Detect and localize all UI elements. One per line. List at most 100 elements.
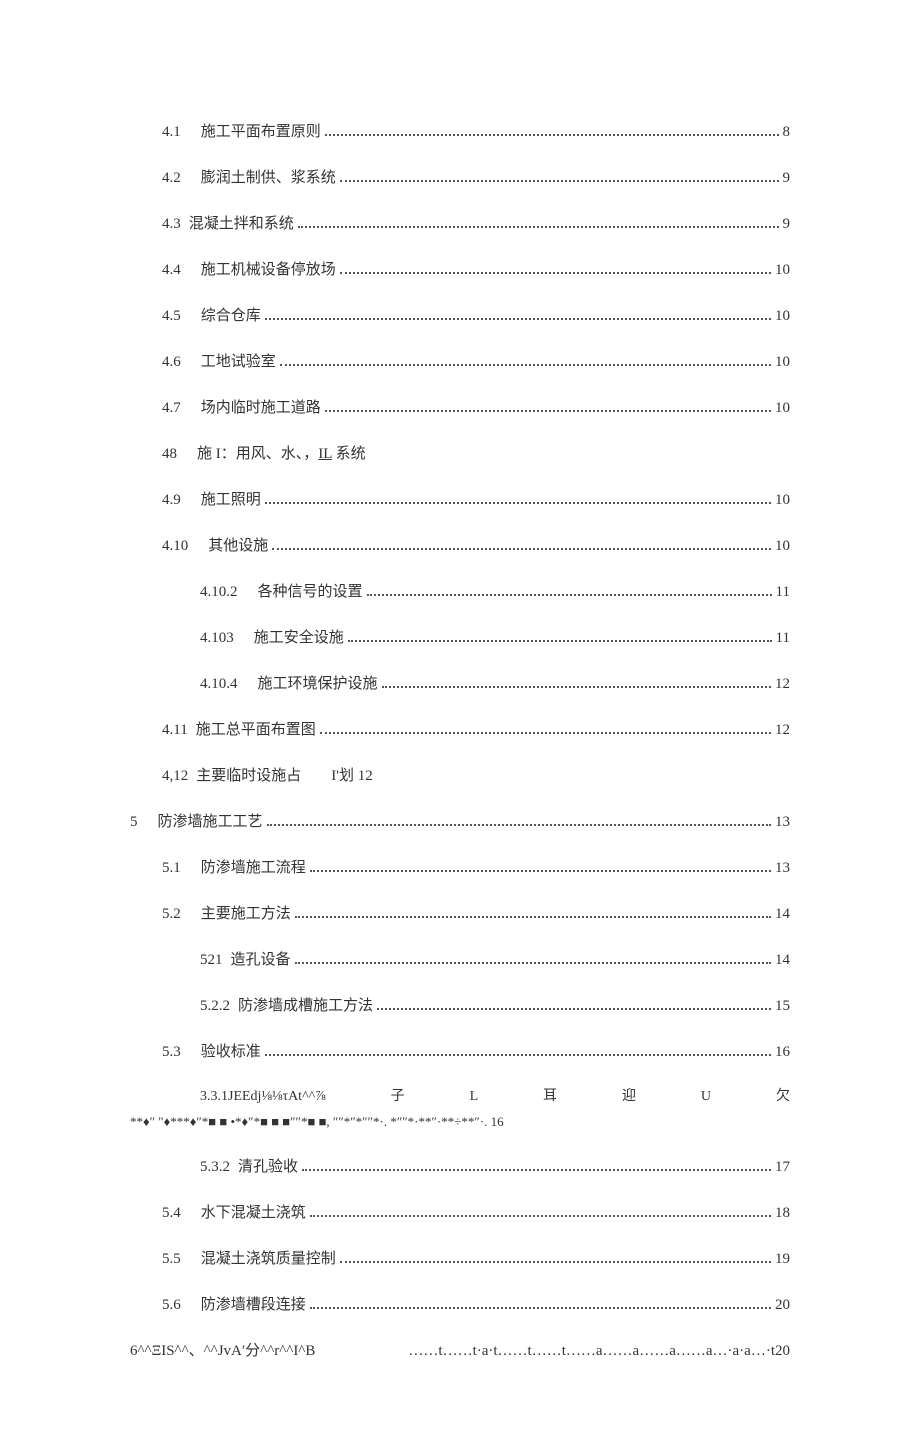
toc-leader-dots [302,1169,771,1171]
toc-leader-dots [267,824,771,826]
footer-left: 6^^ΞIS^^、^^JvA′分^^r^^I^B [130,1339,315,1363]
toc-title: 清孔验收 [238,1155,298,1179]
toc-entry: 5.4水下混凝土浇筑18 [130,1201,790,1225]
toc-leader-dots [295,916,771,918]
toc-number: 5.4 [162,1201,181,1225]
toc-leader-dots [280,364,771,366]
toc-title: 防渗墙施工工艺 [158,810,263,834]
toc-title: 施工机械设备停放场 [201,258,336,282]
footer-right: ……t……t·a·t……t……t……a……a……a……a…·a·a…·t20 [345,1339,790,1363]
toc-number: 5.3 [162,1040,181,1064]
toc-page-number: 13 [775,856,790,880]
toc-entry: 4.10.4施工环境保护设施12 [130,672,790,696]
toc-title: 造孔设备 [231,948,291,972]
toc-title: 其他设施 [208,534,268,558]
toc-entry: 5.3验收标准16 [130,1040,790,1064]
toc-entry: 48施 I：用风、水、，IL 系统 [130,442,790,466]
toc-leader-dots [310,1215,771,1217]
toc-number: 4.10.4 [200,672,238,696]
toc-leader-dots [340,272,771,274]
toc-entry: 4.1施工平面布置原则8 [130,120,790,144]
toc-entry: 4.6工地试验室10 [130,350,790,374]
toc-title: 混凝土拌和系统 [189,212,294,236]
toc-page-number: 10 [775,396,790,420]
toc-entry: 4.11施工总平面布置图12 [130,718,790,742]
garbled-part: 子 [391,1086,405,1108]
toc-entry: 4,12 主要临时设施占 I'划 12 [130,764,790,788]
garbled-part: L [470,1086,479,1108]
toc-page-number: 10 [775,488,790,512]
toc-title: 施工平面布置原则 [201,120,321,144]
toc-number: 5.5 [162,1247,181,1271]
toc-number: 5.6 [162,1293,181,1317]
toc-leader-dots [310,870,771,872]
toc-title: 工地试验室 [201,350,276,374]
garbled-part: 欠 [776,1086,790,1108]
toc-entry: 5.2主要施工方法14 [130,902,790,926]
toc-page-number: 19 [775,1247,790,1271]
toc-number: 5.1 [162,856,181,880]
toc-leader-dots [265,1054,771,1056]
toc-page-number: 13 [775,810,790,834]
toc-page-number: 9 [783,212,791,236]
toc-title: 膨润土制供、浆系统 [201,166,336,190]
toc-entry: 5.6 防渗墙槽段连接 20 [130,1293,790,1317]
garbled-part: 耳 [543,1086,557,1108]
toc-title: 混凝土浇筑质量控制 [201,1247,336,1271]
garbled-subline: **♦″ "♦***♦″*■ ■ •*♦″*■ ■ ■″″*■ ■, ″″*″*… [130,1112,790,1133]
toc-entry: 5.3.2清孔验收17 [130,1155,790,1179]
toc-entry: 4.10.2各种信号的设置11 [130,580,790,604]
toc-number: 4.7 [162,396,181,420]
toc-title: 施 I：用风、水、，IL 系统 [197,442,366,466]
toc-title: 施工照明 [201,488,261,512]
toc-page-number: 14 [775,902,790,926]
toc-entry: 4.2 膨润土制供、浆系统 9 [130,166,790,190]
toc-leader-dots [272,548,771,550]
toc-entry: 4.9施工照明10 [130,488,790,512]
toc-page-number: 10 [775,350,790,374]
toc-title: 主要施工方法 [201,902,291,926]
toc-number: 5.2.2 [200,994,230,1018]
toc-number: 4.5 [162,304,181,328]
toc-title: 验收标准 [201,1040,261,1064]
toc-number: 4.2 [162,166,181,190]
toc-title: 施工环境保护设施 [258,672,378,696]
garbled-part: U [701,1086,711,1108]
toc-page-number: 11 [776,626,790,650]
toc-number: 521 [200,948,223,972]
toc-title: 施工安全设施 [254,626,344,650]
toc-page-number: 15 [775,994,790,1018]
toc-entry: 4.7 场内临时施工道路 10 [130,396,790,420]
toc-title: 各种信号的设置 [258,580,363,604]
toc-page-number: 11 [776,580,790,604]
toc-leader-dots [310,1307,771,1309]
garbled-entry-5-3-1: 3.3.1JEEdj⅛⅛τAt^^⅞ 子 L 耳 迎 U 欠 **♦″ "♦**… [130,1086,790,1133]
toc-leader-dots [382,686,771,688]
toc-page-number: 10 [775,534,790,558]
toc-number: 4.4 [162,258,181,282]
toc-entry: 521造孔设备14 [130,948,790,972]
toc-page-number: 10 [775,304,790,328]
toc-title: 防渗墙成槽施工方法 [238,994,373,1018]
table-of-contents: 4.1施工平面布置原则84.2膨润土制供、浆系统94.3混凝土拌和系统94.4施… [130,120,790,1064]
toc-title: 场内临时施工道路 [201,396,321,420]
toc-entry: 4.103施工安全设施11 [130,626,790,650]
toc-page-number: 8 [783,120,791,144]
toc-leader-dots [325,134,779,136]
toc-title: 防渗墙施工流程 [201,856,306,880]
toc-leader-dots [325,410,771,412]
toc-number: 4.3 [162,212,181,236]
toc-leader-dots [340,180,779,182]
toc-title: 主要临时设施占 I'划 12 [196,764,372,788]
toc-number: 4,12 [162,764,188,788]
footer-garbled-line: 6^^ΞIS^^、^^JvA′分^^r^^I^B ……t……t·a·t……t……… [130,1339,790,1363]
toc-leader-dots [320,732,771,734]
toc-entry: 5.2.2 防渗墙成槽施工方法 15 [130,994,790,1018]
toc-page-number: 20 [775,1293,790,1317]
toc-page-number: 12 [775,718,790,742]
toc-leader-dots [265,502,771,504]
toc-entry: 5.5 混凝土浇筑质量控制 19 [130,1247,790,1271]
toc-leader-dots [377,1008,771,1010]
toc-title: 防渗墙槽段连接 [201,1293,306,1317]
toc-page-number: 9 [783,166,791,190]
